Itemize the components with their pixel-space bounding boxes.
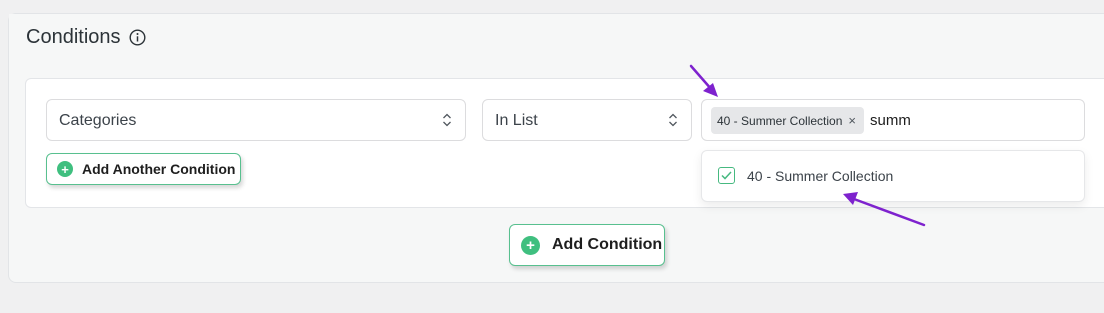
add-another-condition-button[interactable]: + Add Another Condition	[46, 153, 241, 185]
selected-tag-label: 40 - Summer Collection	[717, 113, 843, 128]
search-text[interactable]: summ	[870, 112, 911, 129]
panel-title: Conditions	[26, 26, 121, 48]
remove-tag-icon[interactable]: ×	[848, 114, 856, 127]
dropdown-option-label: 40 - Summer Collection	[747, 167, 894, 184]
operator-select[interactable]: In List	[482, 99, 692, 141]
add-another-condition-label: Add Another Condition	[82, 161, 236, 177]
selected-tag: 40 - Summer Collection ×	[711, 107, 864, 134]
checkbox-checked-icon[interactable]	[718, 167, 735, 184]
operator-select-value: In List	[495, 112, 538, 129]
options-dropdown: 40 - Summer Collection	[701, 150, 1085, 202]
panel-header: Conditions	[9, 14, 1104, 59]
updown-chevron-icon	[443, 113, 451, 127]
add-condition-label: Add Condition	[552, 236, 663, 253]
add-condition-button[interactable]: + Add Condition	[509, 224, 665, 266]
plus-circle-icon: +	[521, 235, 540, 255]
dropdown-option[interactable]: 40 - Summer Collection	[718, 167, 893, 184]
field-select[interactable]: Categories	[46, 99, 466, 141]
value-tag-input[interactable]: 40 - Summer Collection × summ	[701, 99, 1085, 141]
info-icon[interactable]	[129, 29, 146, 46]
plus-circle-icon: +	[57, 161, 73, 177]
updown-chevron-icon	[669, 113, 677, 127]
field-select-value: Categories	[59, 112, 137, 129]
